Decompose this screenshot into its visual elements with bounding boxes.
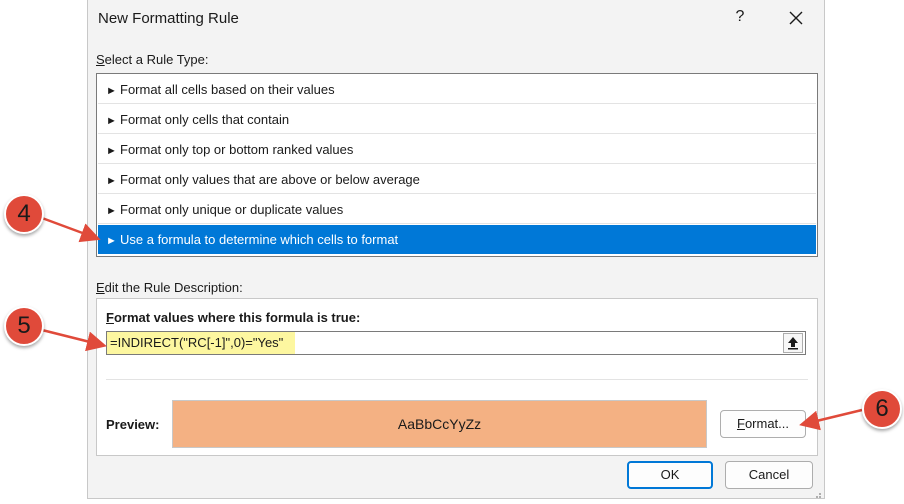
- rule-description-label: Edit the Rule Description:: [96, 280, 243, 295]
- preview-text: AaBbCcYyZz: [397, 416, 482, 432]
- arrow-right-icon: ►: [106, 85, 117, 97]
- preview-label: Preview:: [106, 417, 160, 432]
- arrow-right-icon: ►: [106, 175, 117, 187]
- arrow-right-icon: ►: [106, 205, 117, 217]
- close-icon[interactable]: [784, 6, 808, 30]
- arrow-right-icon: ►: [106, 145, 117, 157]
- rule-type-item[interactable]: ► Format only unique or duplicate values: [98, 195, 816, 224]
- divider: [106, 379, 808, 380]
- rule-type-item[interactable]: ► Format only top or bottom ranked values: [98, 135, 816, 164]
- rule-description-panel: Format values where this formula is true…: [96, 298, 818, 456]
- rule-type-item-label: Format only values that are above or bel…: [120, 172, 420, 187]
- rule-type-item-label: Format only cells that contain: [120, 112, 290, 127]
- arrow-right-icon: ►: [106, 115, 117, 127]
- new-formatting-rule-dialog: New Formatting Rule ? Select a Rule Type…: [87, 0, 825, 499]
- dialog-title: New Formatting Rule: [98, 10, 239, 27]
- rule-type-item-label: Use a formula to determine which cells t…: [120, 232, 399, 247]
- callout-5: 5: [4, 306, 44, 346]
- title-bar: New Formatting Rule ?: [88, 0, 824, 38]
- collapse-dialog-icon[interactable]: [783, 333, 803, 353]
- formula-heading: Format values where this formula is true…: [106, 310, 361, 325]
- resize-grip-icon[interactable]: [812, 486, 822, 498]
- cancel-button[interactable]: Cancel: [725, 461, 813, 489]
- rule-type-item-label: Format all cells based on their values: [120, 82, 335, 97]
- ok-button[interactable]: OK: [627, 461, 713, 489]
- rule-type-item[interactable]: ► Format only values that are above or be…: [98, 165, 816, 194]
- formula-input[interactable]: =INDIRECT("RC[-1]",0)="Yes": [106, 331, 806, 355]
- rule-type-item[interactable]: ► Format only cells that contain: [98, 105, 816, 134]
- preview-box: AaBbCcYyZz: [172, 400, 707, 448]
- rule-type-item-label: Format only top or bottom ranked values: [120, 142, 354, 157]
- callout-6: 6: [862, 389, 902, 429]
- rule-type-label: Select a Rule Type:: [96, 52, 209, 67]
- arrow-right-icon: ►: [106, 235, 117, 247]
- rule-type-item-label: Format only unique or duplicate values: [120, 202, 344, 217]
- format-button[interactable]: Format...: [720, 410, 806, 438]
- rule-type-list[interactable]: ► Format all cells based on their values …: [96, 73, 818, 257]
- rule-type-item-selected[interactable]: ► Use a formula to determine which cells …: [98, 225, 816, 254]
- rule-type-item[interactable]: ► Format all cells based on their values: [98, 75, 816, 104]
- callout-4: 4: [4, 194, 44, 234]
- help-button[interactable]: ?: [730, 8, 750, 30]
- formula-value[interactable]: =INDIRECT("RC[-1]",0)="Yes": [107, 332, 295, 354]
